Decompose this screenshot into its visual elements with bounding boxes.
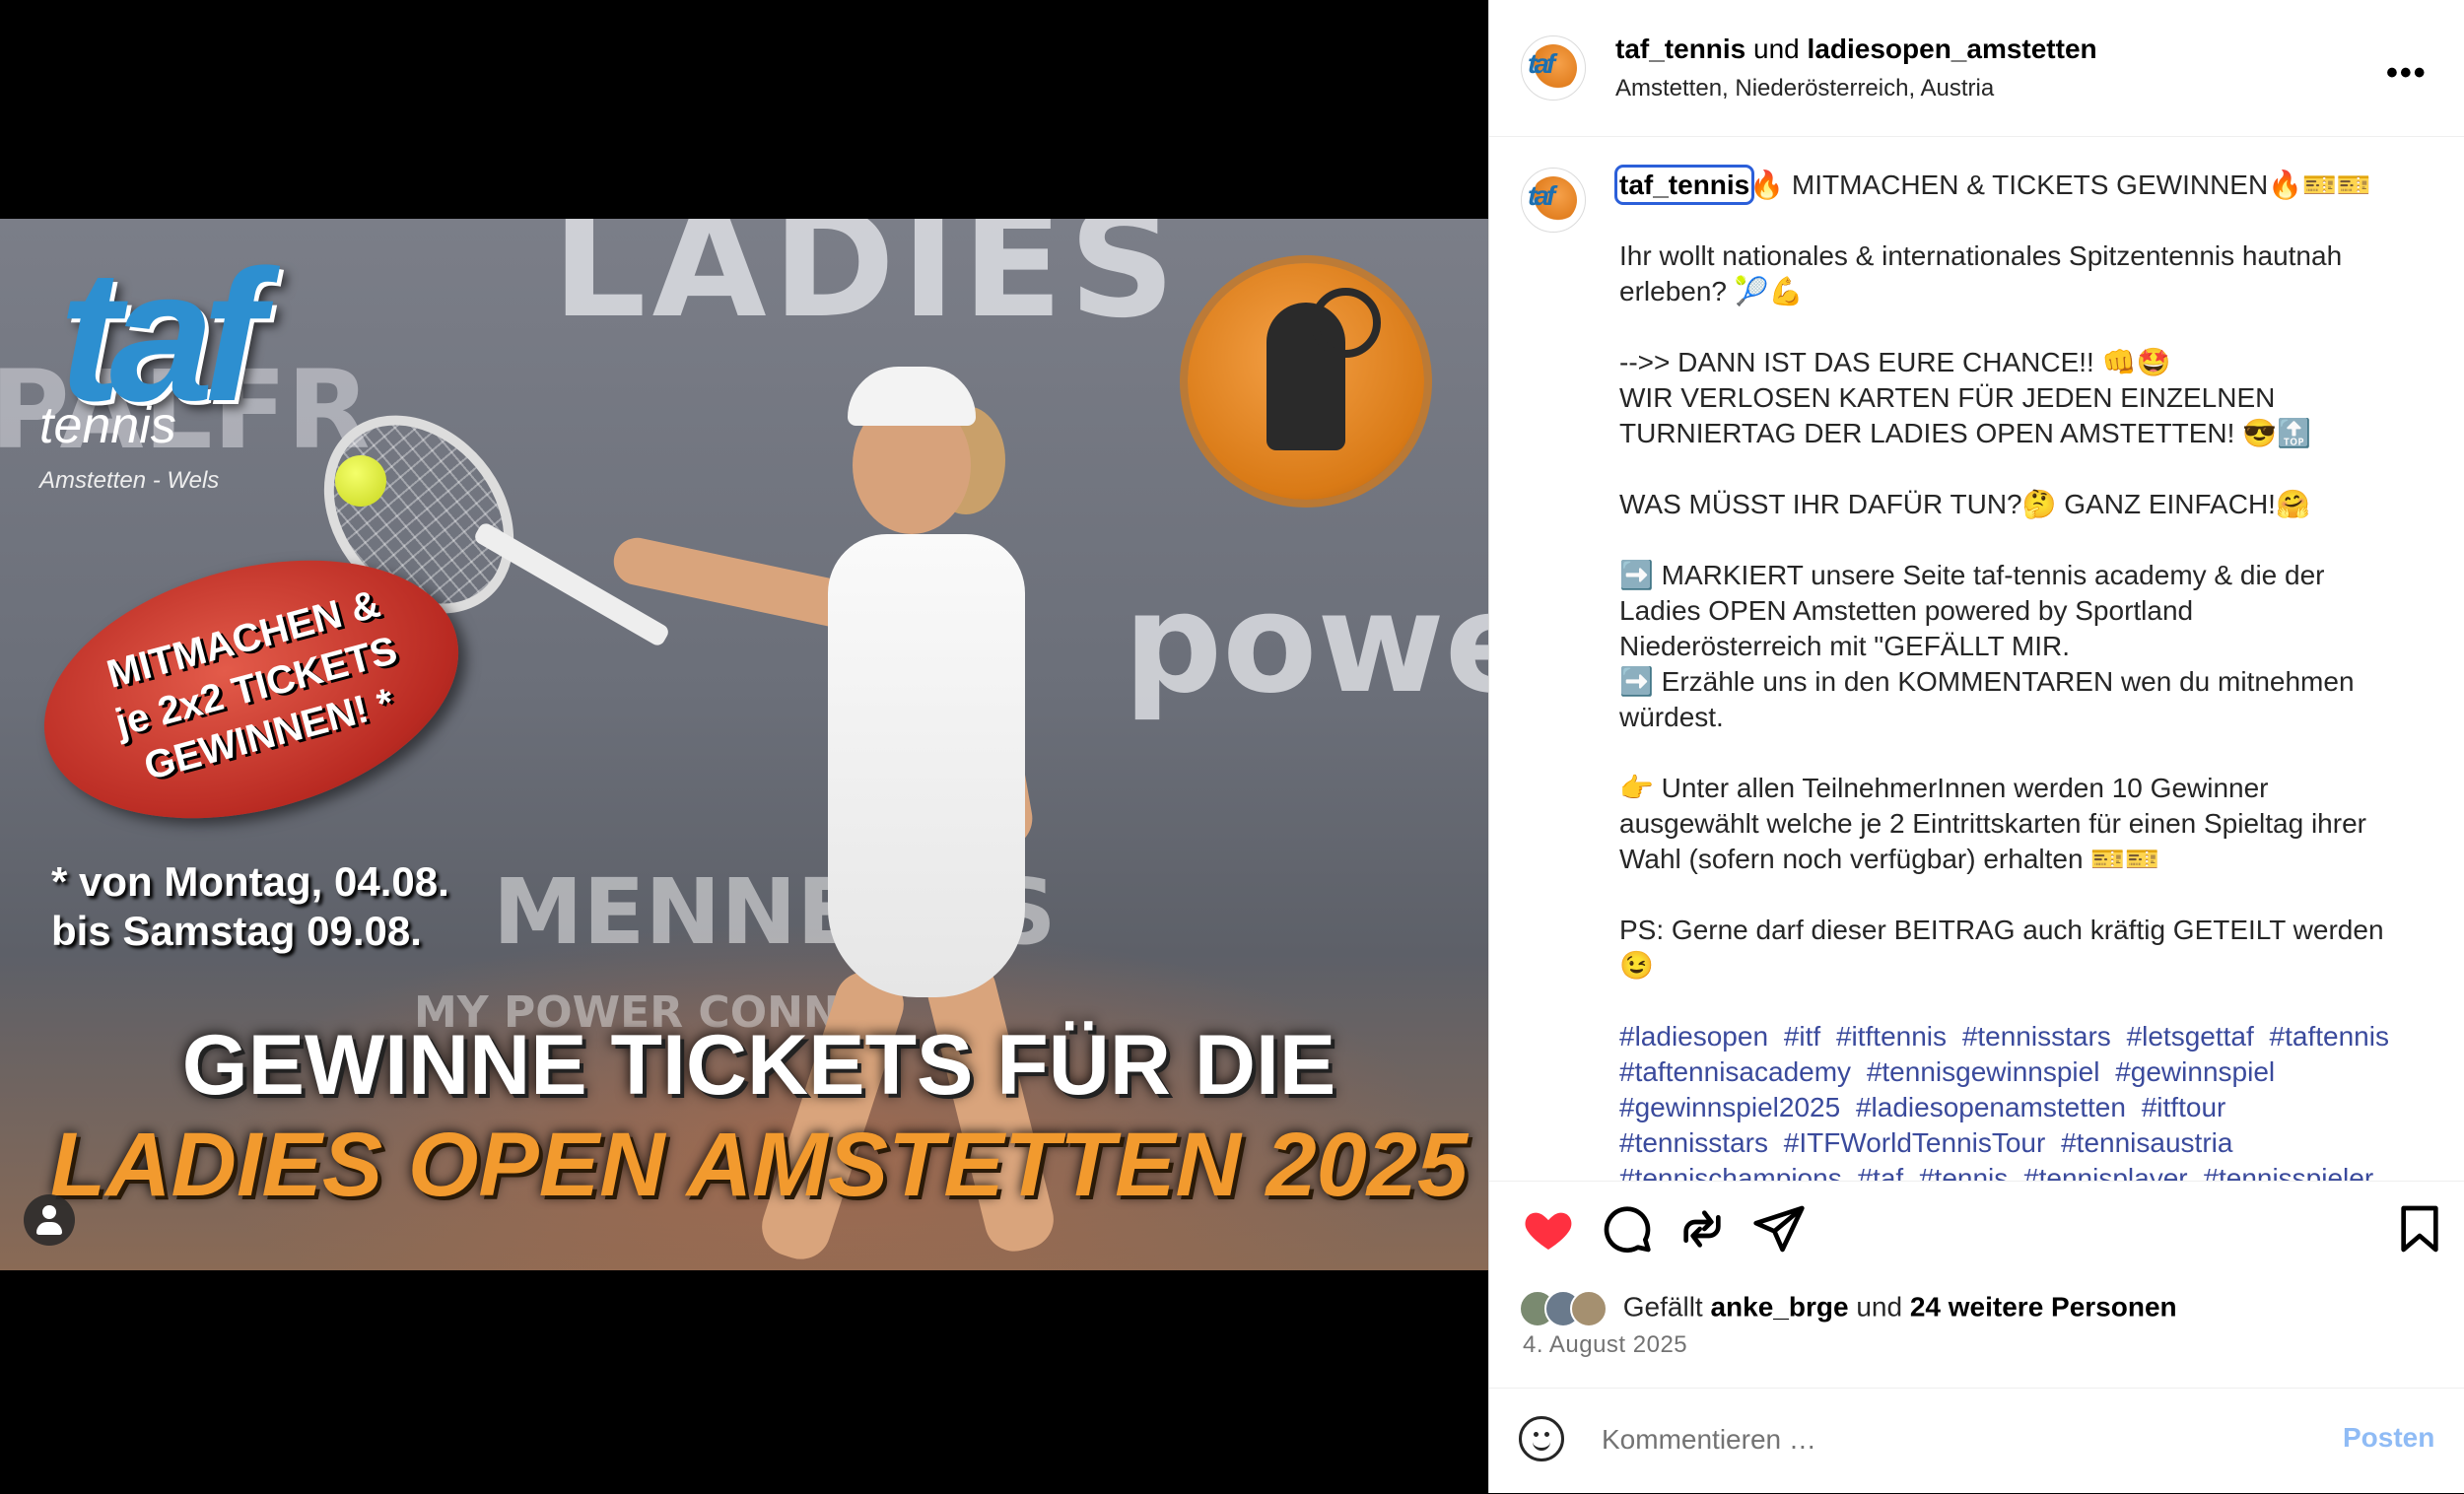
hashtag-link[interactable]: #tennisstars bbox=[1619, 1127, 1768, 1158]
hashtag-link[interactable]: #tennisstars bbox=[1962, 1021, 2111, 1052]
liker-username-link[interactable]: anke_brge bbox=[1710, 1291, 1848, 1322]
post-media: LADIES PALFR powered MENNEKES MY POWER C… bbox=[0, 0, 1488, 1493]
hashtag-link[interactable]: #itf bbox=[1784, 1021, 1820, 1052]
promo-dates-text: * von Montag, 04.08. bis Samstag 09.08. bbox=[51, 858, 449, 954]
hashtag-link[interactable]: #tennisspieler bbox=[2203, 1163, 2373, 1181]
hashtag-link[interactable]: #ladiesopenamstetten bbox=[1856, 1092, 2126, 1122]
likes-summary: Gefällt anke_brge und 24 weitere Persone… bbox=[1519, 1290, 2177, 1327]
hashtag-list: #ladiesopen #itf #itftennis #tennisstars… bbox=[1619, 1019, 2398, 1181]
hashtag-link[interactable]: #itftennis bbox=[1836, 1021, 1947, 1052]
caption-paragraph: Ihr wollt nationales & internationales S… bbox=[1619, 240, 2343, 306]
caption-paragraph: -->> DANN IST DAS EURE CHANCE!! 👊🤩 WIR V… bbox=[1619, 347, 2311, 448]
repost-icon[interactable] bbox=[1675, 1201, 1730, 1256]
headline-line-1: GEWINNE TICKETS FÜR DIE bbox=[181, 1018, 1336, 1113]
caption-avatar[interactable]: taf bbox=[1521, 168, 1586, 233]
location-link[interactable]: Amstetten, Niederösterreich, Austria bbox=[1615, 75, 1994, 102]
hashtag-link[interactable]: #taftennis bbox=[2270, 1021, 2389, 1052]
caption-paragraph: ➡️ MARKIERT unsere Seite taf-tennis acad… bbox=[1619, 560, 2355, 732]
action-bar: Gefällt anke_brge und 24 weitere Persone… bbox=[1489, 1181, 2464, 1389]
hashtag-link[interactable]: #tennischampions bbox=[1619, 1163, 1842, 1181]
caption-text: taf_tennis🔥 MITMACHEN & TICKETS GEWINNEN… bbox=[1613, 165, 2398, 1181]
hashtag-link[interactable]: #tennisaustria bbox=[2061, 1127, 2232, 1158]
author-username-link[interactable]: taf_tennis bbox=[1615, 34, 1745, 64]
likes-middle: und bbox=[1848, 1291, 1910, 1323]
hashtag-link[interactable]: #tennisplayer bbox=[2023, 1163, 2188, 1181]
liker-avatars[interactable] bbox=[1519, 1290, 1623, 1327]
header-avatar[interactable]: taf bbox=[1521, 35, 1586, 101]
hashtag-link[interactable]: #taf bbox=[1857, 1163, 1903, 1181]
share-icon[interactable] bbox=[1751, 1201, 1807, 1256]
post-date[interactable]: 4. August 2025 bbox=[1523, 1331, 1687, 1359]
comment-bar: Posten bbox=[1489, 1388, 2464, 1494]
comment-icon[interactable] bbox=[1598, 1201, 1653, 1256]
post-side-panel: taf taf_tennis und ladiesopen_amstetten … bbox=[1488, 0, 2464, 1493]
logo-tennis-text: tennis bbox=[39, 397, 176, 454]
caption-scroll-area[interactable]: taf taf_tennis🔥 MITMACHEN & TICKETS GEWI… bbox=[1489, 136, 2464, 1181]
taf-tennis-logo: taf tennis Amstetten - Wels bbox=[39, 232, 365, 494]
hashtag-link[interactable]: #ITFWorldTennisTour bbox=[1784, 1127, 2046, 1158]
ladies-open-logo bbox=[1188, 263, 1424, 500]
comment-input[interactable] bbox=[1600, 1416, 2234, 1463]
likes-prefix: Gefällt bbox=[1622, 1291, 1711, 1323]
banner-powered-text: powered bbox=[1124, 564, 1488, 724]
hashtag-link[interactable]: #gewinnspiel bbox=[2115, 1056, 2275, 1087]
headline-line-2: LADIES OPEN AMSTETTEN 2025 bbox=[49, 1115, 1469, 1215]
banner-ladies-text: LADIES bbox=[552, 219, 1182, 351]
post-comment-button[interactable]: Posten bbox=[2343, 1422, 2434, 1454]
post-header: taf taf_tennis und ladiesopen_amstetten … bbox=[1489, 0, 2464, 137]
collab-username-link[interactable]: ladiesopen_amstetten bbox=[1808, 34, 2097, 64]
tagged-users-icon[interactable] bbox=[24, 1194, 75, 1246]
liker-avatar bbox=[1570, 1290, 1608, 1327]
header-connector: und bbox=[1745, 34, 1808, 64]
heart-icon[interactable] bbox=[1521, 1201, 1576, 1256]
header-title: taf_tennis und ladiesopen_amstetten bbox=[1615, 34, 2097, 65]
hashtag-link[interactable]: #gewinnspiel2025 bbox=[1619, 1092, 1840, 1122]
bookmark-icon[interactable] bbox=[2392, 1201, 2447, 1256]
logo-place-text: Amstetten - Wels bbox=[39, 467, 220, 494]
caption-paragraph: 👉 Unter allen TeilnehmerInnen werden 10 … bbox=[1619, 773, 2366, 874]
caption-paragraph: WAS MÜSST IHR DAFÜR TUN?🤔 GANZ EINFACH!🤗 bbox=[1619, 489, 2310, 519]
caption-line-1: 🔥 MITMACHEN & TICKETS GEWINNEN🔥🎫🎫 bbox=[1749, 170, 2371, 200]
hashtag-link[interactable]: #taftennisacademy bbox=[1619, 1056, 1851, 1087]
caption-username-link[interactable]: taf_tennis bbox=[1613, 165, 1755, 205]
caption-paragraph: PS: Gerne darf dieser BEITRAG auch kräft… bbox=[1619, 915, 2384, 981]
other-likers-link[interactable]: 24 weitere Personen bbox=[1910, 1291, 2177, 1322]
hashtag-link[interactable]: #ladiesopen bbox=[1619, 1021, 1768, 1052]
post-image[interactable]: LADIES PALFR powered MENNEKES MY POWER C… bbox=[0, 219, 1488, 1270]
more-icon[interactable]: ••• bbox=[2386, 54, 2428, 93]
hashtag-link[interactable]: #tennisgewinnspiel bbox=[1867, 1056, 2100, 1087]
hashtag-link[interactable]: #tennis bbox=[1919, 1163, 2008, 1181]
hashtag-link[interactable]: #itftour bbox=[2142, 1092, 2226, 1122]
hashtag-link[interactable]: #letsgettaf bbox=[2127, 1021, 2254, 1052]
emoji-icon[interactable] bbox=[1519, 1416, 1564, 1461]
